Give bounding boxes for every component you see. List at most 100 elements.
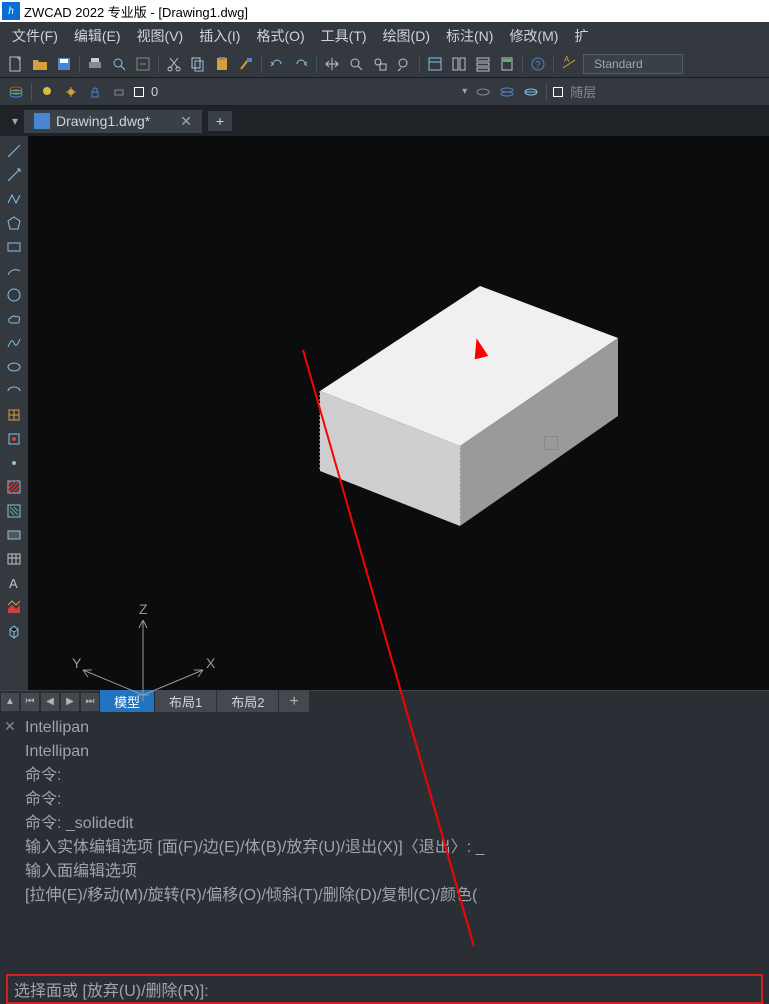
tool-palette-icon[interactable] xyxy=(472,53,494,75)
cmd-line: 命令: xyxy=(25,764,759,788)
table-tool[interactable] xyxy=(3,548,25,570)
print-icon[interactable] xyxy=(84,53,106,75)
cmd-line: [拉伸(E)/移动(M)/旋转(R)/偏移(O)/倾斜(T)/删除(D)/复制(… xyxy=(25,884,759,908)
cut-icon[interactable] xyxy=(163,53,185,75)
layer-select[interactable]: 0 ▾ xyxy=(35,81,471,103)
layer-name: 0 xyxy=(151,84,158,99)
solid-tool[interactable] xyxy=(3,620,25,642)
surface-tool[interactable] xyxy=(3,596,25,618)
menu-file[interactable]: 文件(F) xyxy=(4,22,66,50)
cmd-line: 输入面编辑选项 xyxy=(25,860,759,884)
svg-text:X: X xyxy=(206,655,216,671)
layer-prev-icon[interactable] xyxy=(472,81,494,103)
spline-tool[interactable] xyxy=(3,332,25,354)
bulb-icon xyxy=(36,81,58,103)
layer-manager-icon[interactable] xyxy=(5,81,27,103)
menu-dimension[interactable]: 标注(N) xyxy=(438,22,501,50)
copy-icon[interactable] xyxy=(187,53,209,75)
gradient-tool[interactable] xyxy=(3,500,25,522)
tabs-marker-icon: ▾ xyxy=(12,114,18,128)
svg-text:Y: Y xyxy=(72,655,82,671)
document-tab[interactable]: Drawing1.dwg* ✕ xyxy=(24,110,202,133)
window-title: ZWCAD 2022 专业版 - [Drawing1.dwg] xyxy=(24,2,248,21)
title-bar: h ZWCAD 2022 专业版 - [Drawing1.dwg] xyxy=(0,0,769,22)
help-icon[interactable]: ? xyxy=(527,53,549,75)
circle-tool[interactable] xyxy=(3,284,25,306)
app-icon: h xyxy=(2,2,20,20)
menu-view[interactable]: 视图(V) xyxy=(129,22,192,50)
design-center-icon[interactable] xyxy=(448,53,470,75)
ray-tool[interactable] xyxy=(3,164,25,186)
add-layout-button[interactable]: + xyxy=(279,691,308,713)
bylayer-select[interactable]: 随层 xyxy=(550,82,596,101)
cmd-line: 命令: _solidedit xyxy=(25,812,759,836)
dim-style-icon[interactable]: A xyxy=(558,53,580,75)
ellipse-tool[interactable] xyxy=(3,356,25,378)
cmd-line: Intellipan xyxy=(25,740,759,764)
drawing-canvas[interactable]: Z X Y xyxy=(28,136,769,690)
menu-more[interactable]: 扩 xyxy=(566,22,596,50)
command-history: ✕ Intellipan Intellipan 命令: 命令: 命令: _sol… xyxy=(0,712,769,970)
zoom-prev-icon[interactable] xyxy=(393,53,415,75)
open-icon[interactable] xyxy=(29,53,51,75)
menu-modify[interactable]: 修改(M) xyxy=(501,22,566,50)
point-tool[interactable] xyxy=(3,452,25,474)
add-tab-button[interactable]: + xyxy=(208,111,232,131)
draw-tool-palette: A xyxy=(0,136,28,690)
undo-icon[interactable] xyxy=(266,53,288,75)
svg-text:Z: Z xyxy=(139,601,148,617)
publish-icon[interactable] xyxy=(132,53,154,75)
plot-icon xyxy=(108,81,130,103)
pan-icon[interactable] xyxy=(321,53,343,75)
layer-toolbar: 0 ▾ 随层 xyxy=(0,78,769,106)
paste-icon[interactable] xyxy=(211,53,233,75)
document-tab-label: Drawing1.dwg* xyxy=(56,113,150,129)
hatch-tool[interactable] xyxy=(3,476,25,498)
cmd-line: 命令: xyxy=(25,788,759,812)
menu-bar: 文件(F) 编辑(E) 视图(V) 插入(I) 格式(O) 工具(T) 绘图(D… xyxy=(0,22,769,50)
ellipse-arc-tool[interactable] xyxy=(3,380,25,402)
text-tool[interactable]: A xyxy=(3,572,25,594)
block-tool[interactable] xyxy=(3,404,25,426)
rectangle-tool[interactable] xyxy=(3,236,25,258)
props-icon[interactable] xyxy=(424,53,446,75)
zoom-icon[interactable] xyxy=(345,53,367,75)
region-tool[interactable] xyxy=(3,524,25,546)
tabs-up-button[interactable]: ▲ xyxy=(0,692,20,712)
menu-insert[interactable]: 插入(I) xyxy=(191,22,248,50)
cmd-line: 输入实体编辑选项 [面(F)/边(E)/体(B)/放弃(U)/退出(X)]〈退出… xyxy=(25,836,759,860)
tabs-first-button[interactable]: ⏮ xyxy=(20,692,40,712)
command-close-icon[interactable]: ✕ xyxy=(4,716,16,737)
polyline-tool[interactable] xyxy=(3,188,25,210)
svg-text:A: A xyxy=(9,576,18,591)
revcloud-tool[interactable] xyxy=(3,308,25,330)
calc-icon[interactable] xyxy=(496,53,518,75)
bylayer-label: 随层 xyxy=(570,82,596,101)
svg-text:A: A xyxy=(564,56,570,64)
match-icon[interactable] xyxy=(235,53,257,75)
preview-icon[interactable] xyxy=(108,53,130,75)
polygon-tool[interactable] xyxy=(3,212,25,234)
menu-draw[interactable]: 绘图(D) xyxy=(375,22,438,50)
sun-icon xyxy=(60,81,82,103)
zoom-window-icon[interactable] xyxy=(369,53,391,75)
layer-iso-icon[interactable] xyxy=(520,81,542,103)
color-swatch xyxy=(134,87,144,97)
arc-tool[interactable] xyxy=(3,260,25,282)
main-area: A Z X xyxy=(0,136,769,690)
tabs-prev-button[interactable]: ◀ xyxy=(40,692,60,712)
block-editor-tool[interactable] xyxy=(3,428,25,450)
new-icon[interactable] xyxy=(5,53,27,75)
menu-edit[interactable]: 编辑(E) xyxy=(66,22,129,50)
document-tabs: ▾ Drawing1.dwg* ✕ + xyxy=(0,106,769,136)
tab-layout2[interactable]: 布局2 xyxy=(217,690,279,713)
redo-icon[interactable] xyxy=(290,53,312,75)
line-tool[interactable] xyxy=(3,140,25,162)
save-icon[interactable] xyxy=(53,53,75,75)
layer-state-icon[interactable] xyxy=(496,81,518,103)
menu-tools[interactable]: 工具(T) xyxy=(313,22,375,50)
menu-format[interactable]: 格式(O) xyxy=(248,22,312,50)
text-style-select[interactable]: Standard xyxy=(583,54,683,74)
close-tab-icon[interactable]: ✕ xyxy=(180,113,192,130)
dropdown-icon: ▾ xyxy=(462,86,467,97)
